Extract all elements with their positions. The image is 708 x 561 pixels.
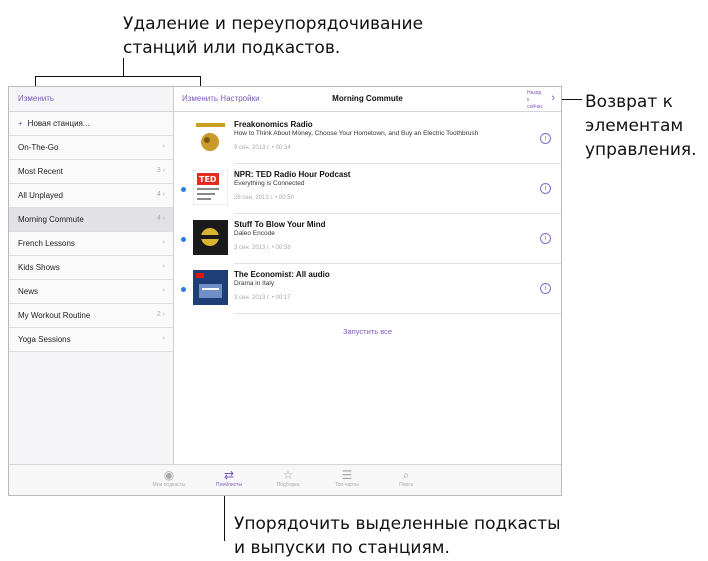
tab-search[interactable]: ⌕ Поиск: [386, 468, 426, 488]
chevron-right-icon[interactable]: ›: [551, 92, 555, 104]
tab-featured[interactable]: ☆ Подборка: [268, 468, 308, 488]
sidebar-navbar: Изменить: [9, 87, 173, 112]
episode-date: 9 сен. 2013 г. • 00:34: [234, 145, 291, 151]
unplayed-dot-icon: [181, 287, 186, 292]
podcast-icon: ◉: [163, 468, 175, 482]
episode-title: Stuff To Blow Your Mind: [234, 220, 326, 229]
unplayed-dot-icon: [181, 237, 186, 242]
tab-label: Мои подкасты: [152, 482, 186, 488]
tab-playlists[interactable]: ⇄ Плейлисты: [209, 468, 249, 488]
episode-date: 26 сен. 2013 г. • 00:50: [234, 195, 294, 201]
tab-label: Плейлисты: [215, 482, 243, 488]
station-count: ›: [162, 143, 165, 150]
tab-top-charts[interactable]: ☰ Топ-чарты: [327, 468, 367, 488]
episode-subtitle: Everything is Connected: [234, 180, 305, 187]
station-label: Morning Commute: [18, 215, 84, 224]
station-label: On-The-Go: [18, 143, 59, 152]
station-label: Kids Shows: [18, 263, 60, 272]
divider: [234, 163, 561, 164]
new-station-label: Новая станция...: [27, 119, 90, 128]
now-playing-button[interactable]: Назад к сейчас: [527, 90, 543, 111]
unplayed-dot-icon: [181, 187, 186, 192]
podcast-artwork-ted: TED: [193, 170, 228, 205]
station-item-morning-commute[interactable]: Morning Commute 4 ›: [9, 208, 173, 232]
station-count: ›: [162, 287, 165, 294]
info-icon[interactable]: i: [540, 133, 551, 144]
station-title: Morning Commute: [332, 94, 403, 103]
station-count: 3 ›: [156, 167, 165, 174]
plus-icon: +: [18, 119, 23, 128]
tab-label: Поиск: [399, 482, 413, 488]
station-count: 2 ›: [156, 311, 165, 318]
episode-title: NPR: TED Radio Hour Podcast: [234, 170, 351, 179]
station-item-news[interactable]: News ›: [9, 280, 173, 304]
station-item-yoga-sessions[interactable]: Yoga Sessions ›: [9, 328, 173, 352]
episode-title: The Economist: All audio: [234, 270, 330, 279]
callout-top: Удаление и переупорядочивание станций ил…: [123, 14, 424, 58]
tab-bar: ◉ Мои подкасты ⇄ Плейлисты ☆ Подборка ☰ …: [9, 464, 561, 495]
list-icon: ☰: [341, 468, 353, 482]
station-count: ›: [162, 239, 165, 246]
tab-label: Подборка: [276, 482, 300, 488]
podcast-artwork-freakonomics: [193, 120, 228, 155]
station-count: 4 ›: [156, 215, 165, 222]
episode-date: 3 сен. 2013 г. • 00:17: [234, 295, 291, 301]
podcast-artwork-stuff: [193, 220, 228, 255]
info-icon[interactable]: i: [540, 183, 551, 194]
episode-row[interactable]: The Economist: All audio Drama in Italy …: [174, 265, 561, 311]
playlist-icon: ⇄: [223, 468, 235, 482]
station-label: My Workout Routine: [18, 311, 91, 320]
edit-button[interactable]: Изменить: [18, 94, 54, 103]
station-label: Most Recent: [18, 167, 63, 176]
new-station-item[interactable]: + Новая станция...: [9, 112, 173, 136]
play-all-button[interactable]: Запустить все: [174, 327, 561, 336]
station-label: French Lessons: [18, 239, 75, 248]
episode-date: 3 сен. 2013 г. • 00:58: [234, 245, 291, 251]
episode-row[interactable]: TED NPR: TED Radio Hour Podcast Everythi…: [174, 165, 561, 211]
station-item-all-unplayed[interactable]: All Unplayed 4 ›: [9, 184, 173, 208]
divider: [234, 263, 561, 264]
callout-top-bracket: [35, 76, 201, 77]
station-item-kids-shows[interactable]: Kids Shows ›: [9, 256, 173, 280]
station-label: News: [18, 287, 39, 296]
callout-right: Возврат к элементам управления.: [585, 92, 697, 160]
info-icon[interactable]: i: [540, 283, 551, 294]
info-icon[interactable]: i: [540, 233, 551, 244]
podcast-artwork-economist: [193, 270, 228, 305]
tab-my-podcasts[interactable]: ◉ Мои подкасты: [149, 468, 189, 488]
svg-text:TED: TED: [199, 175, 217, 184]
station-detail: Изменить Настройки Morning Commute Назад…: [174, 87, 561, 495]
station-count: ›: [162, 335, 165, 342]
station-count: 4 ›: [156, 191, 165, 198]
callout-top-stem: [123, 58, 124, 76]
search-icon: ⌕: [402, 468, 410, 482]
star-icon: ☆: [282, 468, 294, 482]
episode-subtitle: Drama in Italy: [234, 280, 275, 287]
episode-row[interactable]: Stuff To Blow Your Mind Daleo Encode 3 с…: [174, 215, 561, 261]
tab-label: Топ-чарты: [335, 482, 359, 488]
station-item-french-lessons[interactable]: French Lessons ›: [9, 232, 173, 256]
callout-bottom: Упорядочить выделенные подкасты и выпуск…: [234, 514, 561, 558]
station-item-most-recent[interactable]: Most Recent 3 ›: [9, 160, 173, 184]
episode-row[interactable]: Freakonomics Radio How to Think About Mo…: [174, 115, 561, 161]
episode-subtitle: How to Think About Money, Choose Your Ho…: [234, 130, 479, 137]
station-item-on-the-go[interactable]: On-The-Go ›: [9, 136, 173, 160]
station-count: ›: [162, 263, 165, 270]
divider: [234, 213, 561, 214]
station-label: Yoga Sessions: [18, 335, 71, 344]
episode-title: Freakonomics Radio: [234, 120, 313, 129]
station-label: All Unplayed: [18, 191, 63, 200]
episode-subtitle: Daleo Encode: [234, 230, 275, 237]
detail-navbar: Изменить Настройки Morning Commute Назад…: [174, 87, 561, 112]
ipad-screen: Изменить + Новая станция... On-The-Go › M…: [8, 86, 562, 496]
station-item-my-workout-routine[interactable]: My Workout Routine 2 ›: [9, 304, 173, 328]
station-sidebar: Изменить + Новая станция... On-The-Go › M…: [9, 87, 174, 495]
divider: [234, 313, 561, 314]
